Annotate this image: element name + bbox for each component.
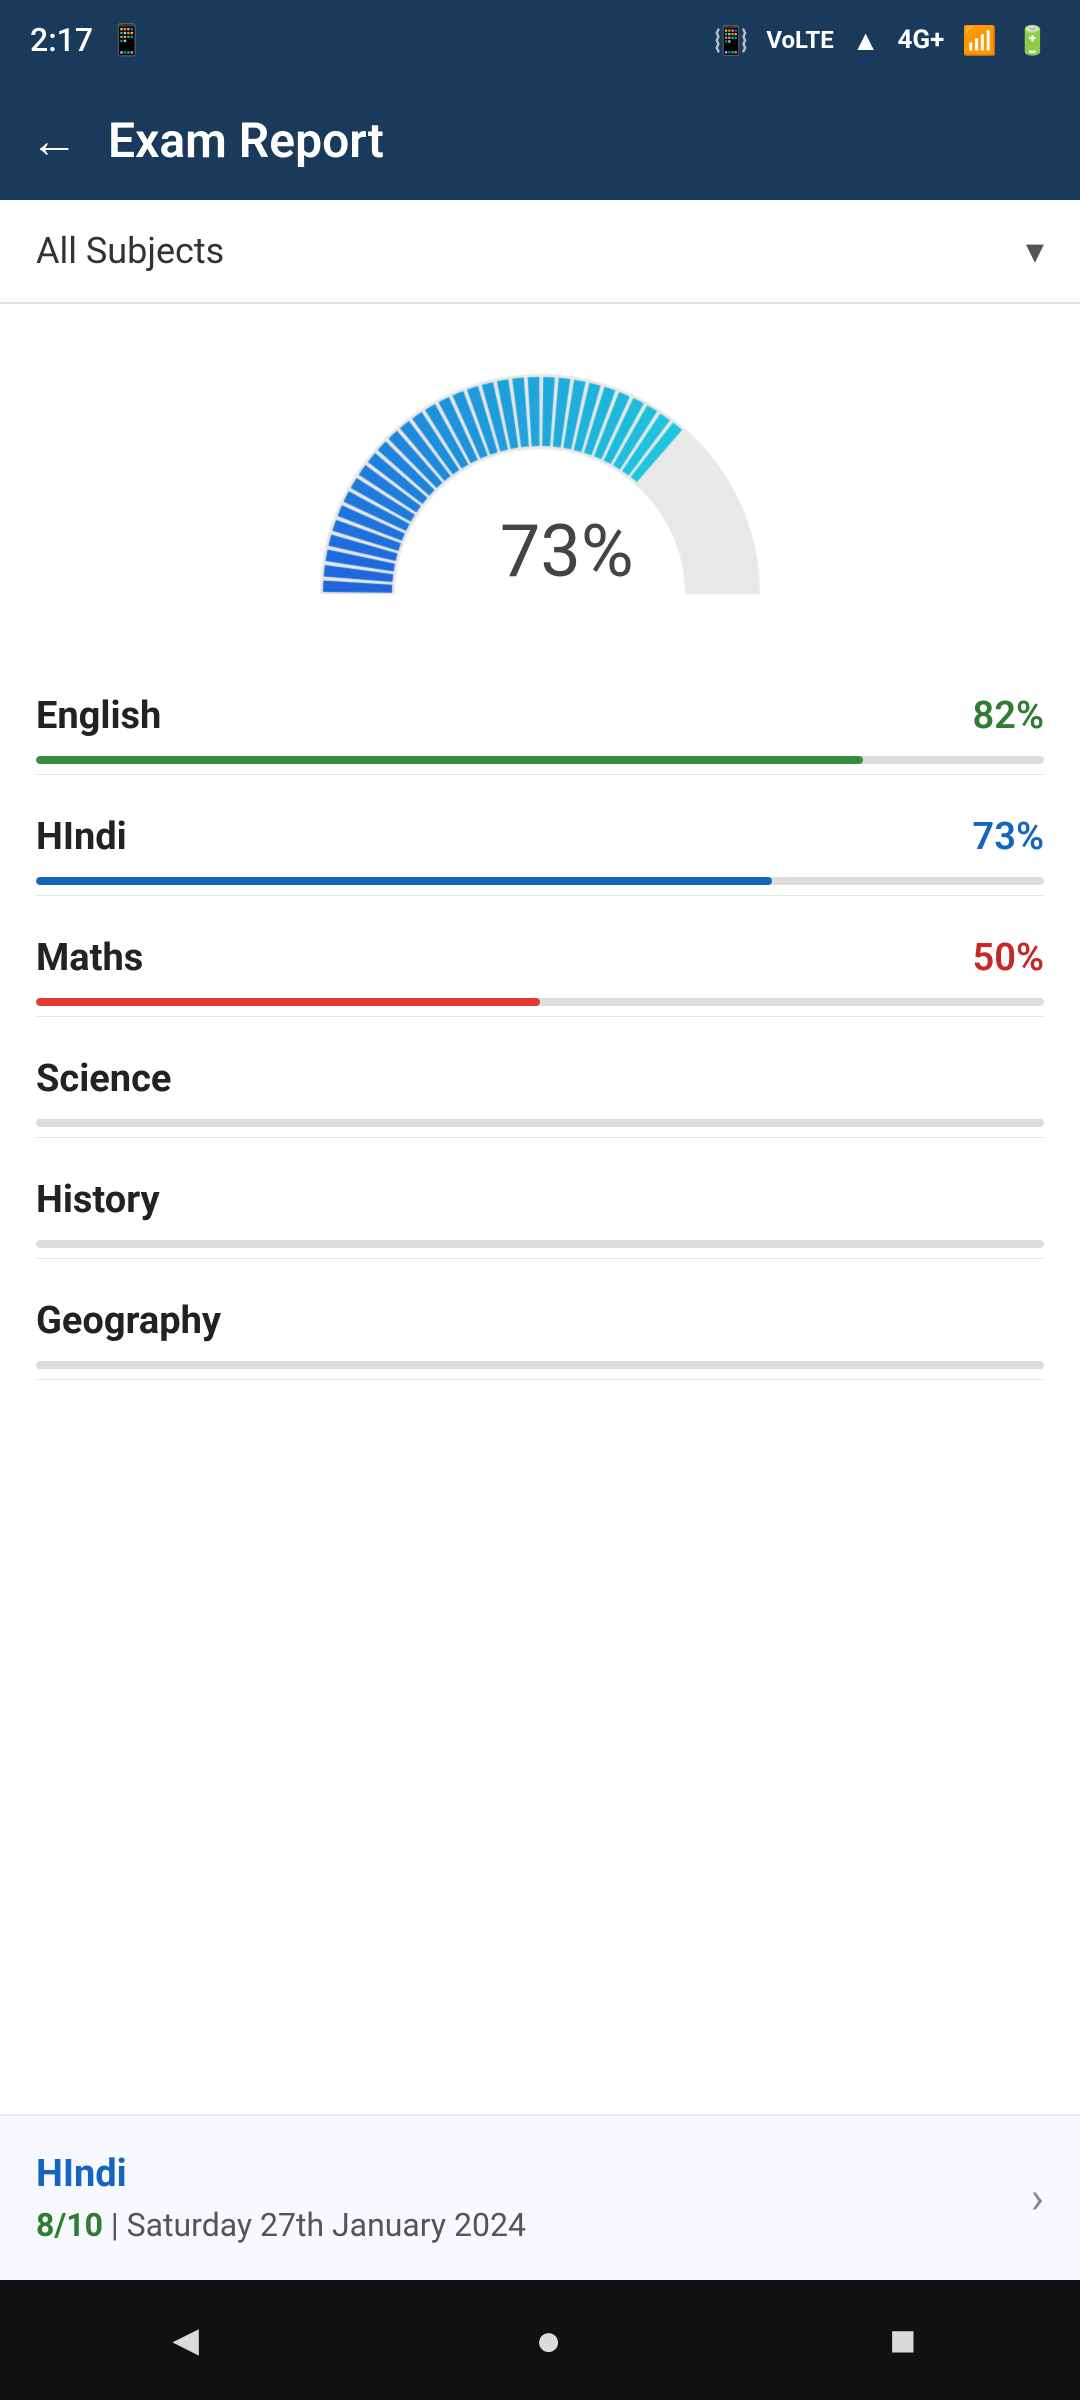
subject-header: Geography <box>36 1299 1044 1343</box>
subject-name: English <box>36 694 161 738</box>
status-time: 2:17 <box>30 21 93 59</box>
recent-exam-subject: HIndi <box>36 2152 526 2196</box>
network-icon: 4G+ <box>897 25 944 55</box>
nav-home-button[interactable]: ● <box>535 2314 562 2366</box>
subject-item: History <box>36 1148 1044 1259</box>
vibrate-icon: 📳 <box>713 24 748 57</box>
nav-bar: ◄ ● ■ <box>0 2280 1080 2400</box>
subject-dropdown-label: All Subjects <box>36 230 224 272</box>
subject-item: Maths 50% <box>36 906 1044 1017</box>
subject-header: English 82% <box>36 694 1044 738</box>
subject-item: Geography <box>36 1269 1044 1380</box>
subject-dropdown[interactable]: All Subjects ▾ <box>0 200 1080 304</box>
progress-bar-fill <box>36 756 863 764</box>
gauge-value: 73% <box>500 509 634 594</box>
progress-bar-fill <box>36 998 540 1006</box>
nav-recent-button[interactable]: ■ <box>890 2314 917 2366</box>
sim-icon: 📱 <box>108 23 145 58</box>
subject-name: Geography <box>36 1299 221 1343</box>
gauge-section: 73% <box>0 304 1080 644</box>
recent-exam-date: Saturday 27th January 2024 <box>127 2206 526 2244</box>
subject-header: Science <box>36 1057 1044 1101</box>
page-title: Exam Report <box>108 112 384 169</box>
subject-pct: 73% <box>973 815 1044 859</box>
volte-icon: VoLTE <box>766 26 833 54</box>
subject-item: Science <box>36 1027 1044 1138</box>
subject-header: HIndi 73% <box>36 815 1044 859</box>
subject-header: Maths 50% <box>36 936 1044 980</box>
subject-pct: 82% <box>973 694 1044 738</box>
progress-bar-bg <box>36 756 1044 764</box>
progress-bar-bg <box>36 1119 1044 1127</box>
subject-name: Maths <box>36 936 143 980</box>
wifi-icon: ▲ <box>852 24 880 57</box>
recent-exam-info: HIndi 8/10 | Saturday 27th January 2024 <box>36 2152 526 2244</box>
app-header: ← Exam Report <box>0 80 1080 200</box>
signal-icon: 📶 <box>962 24 997 57</box>
gauge-container: 73% <box>300 354 780 614</box>
subject-item: HIndi 73% <box>36 785 1044 896</box>
subjects-list: English 82% HIndi 73% Maths 50% Science History… <box>0 644 1080 2094</box>
recent-exam-separator: | <box>111 2206 127 2244</box>
progress-bar-bg <box>36 877 1044 885</box>
recent-exam-card[interactable]: HIndi 8/10 | Saturday 27th January 2024 … <box>0 2114 1080 2280</box>
progress-bar-bg <box>36 1240 1044 1248</box>
subject-name: Science <box>36 1057 171 1101</box>
status-bar-right: 📳 VoLTE ▲ 4G+ 📶 🔋 <box>713 24 1050 57</box>
subject-header: History <box>36 1178 1044 1222</box>
status-bar: 2:17 📱 📳 VoLTE ▲ 4G+ 📶 🔋 <box>0 0 1080 80</box>
progress-bar-bg <box>36 1361 1044 1369</box>
nav-back-button[interactable]: ◄ <box>164 2314 208 2366</box>
battery-icon: 🔋 <box>1015 24 1050 57</box>
chevron-right-icon: › <box>1031 2172 1044 2224</box>
recent-exam-meta: 8/10 | Saturday 27th January 2024 <box>36 2206 526 2244</box>
progress-bar-fill <box>36 877 772 885</box>
subject-name: HIndi <box>36 815 127 859</box>
subject-name: History <box>36 1178 160 1222</box>
progress-bar-bg <box>36 998 1044 1006</box>
status-bar-left: 2:17 📱 <box>30 21 145 59</box>
subject-item: English 82% <box>36 664 1044 775</box>
subject-pct: 50% <box>973 936 1044 980</box>
back-button[interactable]: ← <box>30 112 78 169</box>
recent-exam-score: 8/10 <box>36 2206 103 2244</box>
chevron-down-icon: ▾ <box>1026 230 1044 272</box>
